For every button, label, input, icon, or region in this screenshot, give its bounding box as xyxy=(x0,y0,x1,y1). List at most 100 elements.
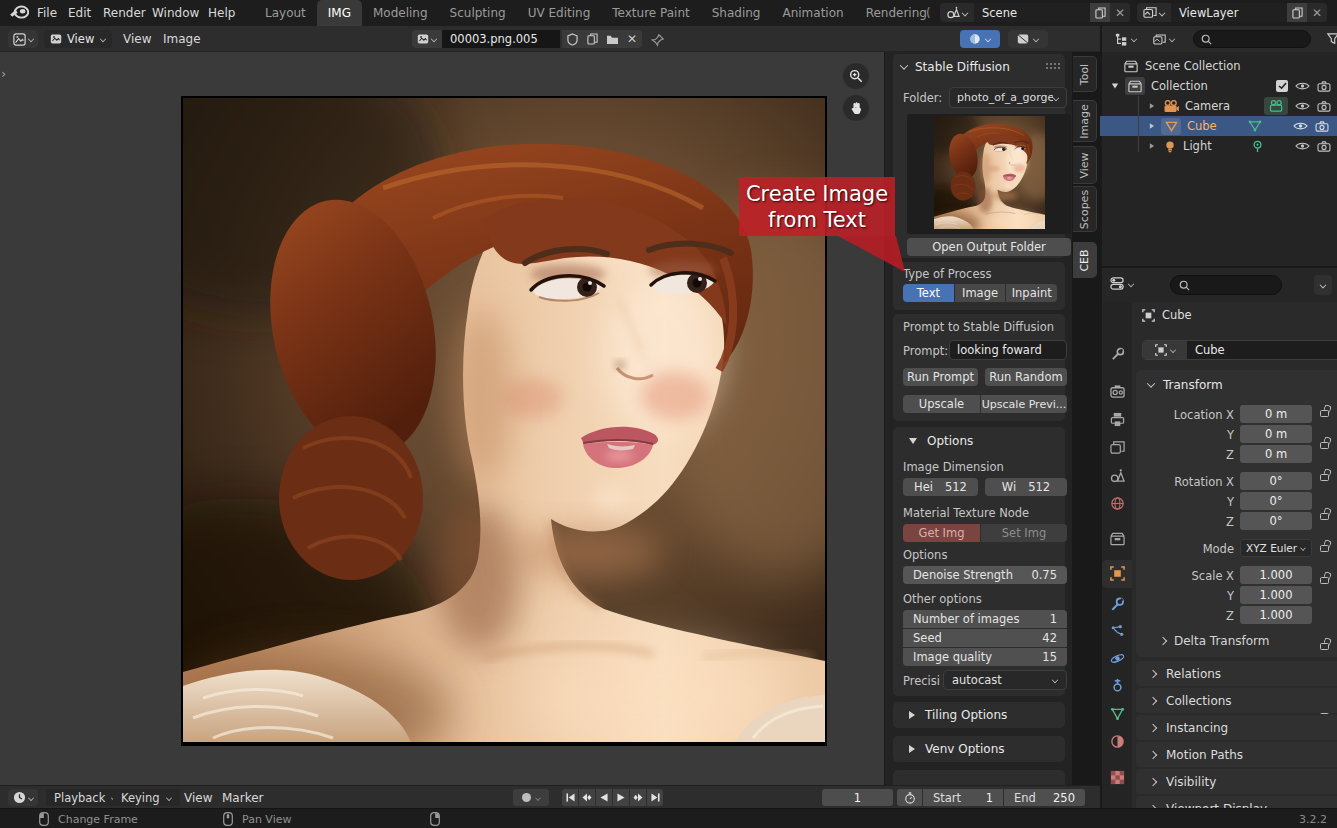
num-images-field[interactable]: Number of images1 xyxy=(903,610,1067,628)
image-canvas[interactable]: › xyxy=(0,52,884,785)
pin-icon[interactable] xyxy=(651,33,665,50)
location-z-field[interactable]: 0 m xyxy=(1240,445,1312,463)
camera-data-icon[interactable] xyxy=(1269,100,1284,112)
render-slot-button[interactable] xyxy=(1008,30,1048,48)
tab-object-icon[interactable] xyxy=(1110,566,1125,581)
blender-logo-icon[interactable] xyxy=(10,4,29,24)
outliner-display-mode-button[interactable] xyxy=(1148,30,1180,48)
prompt-field[interactable]: looking foward xyxy=(949,340,1067,360)
run-random-button[interactable]: Run Random xyxy=(985,368,1067,386)
eye-icon[interactable] xyxy=(1295,101,1310,111)
lock-icon[interactable] xyxy=(1320,643,1329,650)
use-preview-range-button[interactable] xyxy=(897,789,922,806)
run-prompt-button[interactable]: Run Prompt xyxy=(903,368,978,386)
open-image-button[interactable] xyxy=(602,34,622,45)
play-reverse-button[interactable] xyxy=(596,789,612,806)
sidebar-tab-tool[interactable]: Tool xyxy=(1073,56,1097,92)
open-output-folder-button[interactable]: Open Output Folder xyxy=(907,238,1071,256)
upscale-button[interactable]: Upscale xyxy=(903,395,980,413)
jump-to-start-button[interactable] xyxy=(562,789,578,806)
eye-icon[interactable] xyxy=(1295,141,1310,151)
panel-motion-paths[interactable]: Motion Paths xyxy=(1136,742,1337,767)
duplicate-image-button[interactable] xyxy=(582,33,602,45)
tab-output-icon[interactable] xyxy=(1110,412,1125,427)
properties-editor-type-button[interactable] xyxy=(1110,276,1134,291)
jump-to-end-button[interactable] xyxy=(647,789,663,806)
sidebar-tab-scopes[interactable]: Scopes xyxy=(1073,186,1097,232)
properties-options-button[interactable] xyxy=(1314,275,1332,295)
tab-render-icon[interactable] xyxy=(1110,384,1125,399)
expand-icon[interactable] xyxy=(1150,123,1154,129)
expand-icon[interactable] xyxy=(1150,103,1154,109)
panel-instancing[interactable]: Instancing xyxy=(1136,715,1337,740)
tab-constraints-icon[interactable] xyxy=(1110,678,1125,693)
menu-edit[interactable]: Edit xyxy=(68,6,91,20)
scene-copy-button[interactable] xyxy=(1090,3,1110,22)
tab-world-icon[interactable] xyxy=(1110,496,1125,511)
image-menu-view[interactable]: View xyxy=(123,32,151,46)
tab-viewlayer-icon[interactable] xyxy=(1110,440,1125,455)
outliner-row-cube[interactable]: Cube xyxy=(1100,116,1337,136)
transform-panel-header[interactable]: Transform xyxy=(1148,378,1223,392)
rotation-y-field[interactable]: 0° xyxy=(1240,492,1312,510)
lock-icon[interactable] xyxy=(1320,410,1329,417)
rotation-mode-dropdown[interactable]: XYZ Euler xyxy=(1240,539,1312,557)
preview-thumbnail[interactable] xyxy=(934,116,1045,229)
camera-toggle-icon[interactable] xyxy=(1317,101,1331,112)
checkbox-icon[interactable] xyxy=(1276,80,1288,92)
light-data-icon[interactable] xyxy=(1251,140,1264,153)
menu-file[interactable]: File xyxy=(37,6,57,20)
camera-toggle-icon[interactable] xyxy=(1317,81,1331,92)
location-y-field[interactable]: 0 m xyxy=(1240,425,1312,443)
image-menu-image[interactable]: Image xyxy=(163,32,201,46)
tab-tool-icon[interactable] xyxy=(1110,347,1125,362)
tab-material-icon[interactable] xyxy=(1110,734,1125,749)
venv-options-panel[interactable]: Venv Options xyxy=(893,736,1065,762)
sidebar-tab-view[interactable]: View xyxy=(1073,146,1097,184)
scene-selector[interactable]: Scene ✕ xyxy=(940,3,1130,22)
panel-collections[interactable]: Collections xyxy=(1136,688,1337,713)
workspace-tab-uvediting[interactable]: UV Editing xyxy=(517,0,602,26)
workspace-tab-layout[interactable]: Layout xyxy=(254,0,317,26)
eye-icon[interactable] xyxy=(1295,81,1310,91)
workspace-tab-sculpting[interactable]: Sculpting xyxy=(439,0,517,26)
type-inpaint-button[interactable]: Inpaint xyxy=(1006,284,1057,302)
timeline-view-menu[interactable]: View xyxy=(184,791,212,805)
eye-icon[interactable] xyxy=(1293,121,1308,131)
tab-data-icon[interactable] xyxy=(1110,707,1125,721)
scale-x-field[interactable]: 1.000 xyxy=(1240,566,1312,584)
outliner-row-collection[interactable]: Collection xyxy=(1102,76,1337,96)
sidebar-tab-image[interactable]: Image xyxy=(1073,100,1097,142)
panel-relations[interactable]: Relations xyxy=(1136,661,1337,686)
next-keyframe-button[interactable] xyxy=(630,789,646,806)
camera-toggle-icon[interactable] xyxy=(1315,121,1329,132)
type-text-button[interactable]: Text xyxy=(903,284,954,302)
scale-z-field[interactable]: 1.000 xyxy=(1240,606,1312,624)
panel-visibility[interactable]: Visibility xyxy=(1136,769,1337,794)
sidebar-tab-ceb[interactable]: CEB xyxy=(1073,242,1097,278)
outliner-filter-icon[interactable] xyxy=(1327,33,1337,48)
sd-panel-header[interactable]: Stable Diffusion xyxy=(901,60,1010,74)
rotation-x-field[interactable]: 0° xyxy=(1240,472,1312,490)
tab-physics-icon[interactable] xyxy=(1110,651,1125,666)
viewlayer-unlink-button[interactable]: ✕ xyxy=(1307,3,1327,22)
workspace-tab-animation[interactable]: Animation xyxy=(771,0,854,26)
menu-help[interactable]: Help xyxy=(208,6,235,20)
object-name-field[interactable]: Cube xyxy=(1142,340,1337,360)
timeline-editor-type-button[interactable] xyxy=(8,789,38,806)
prev-keyframe-button[interactable] xyxy=(579,789,595,806)
workspace-tab-modeling[interactable]: Modeling xyxy=(362,0,439,26)
camera-toggle-icon[interactable] xyxy=(1317,141,1331,152)
keying-menu[interactable]: Keying xyxy=(113,789,180,806)
outliner-row-scene-collection[interactable]: Scene Collection xyxy=(1102,56,1337,76)
viewlayer-selector[interactable]: ViewLayer ✕ xyxy=(1137,3,1327,22)
image-mode-dropdown[interactable]: View xyxy=(44,30,112,48)
workspace-tab-img[interactable]: IMG xyxy=(317,0,362,26)
start-frame-field[interactable]: Start1 xyxy=(923,789,1003,806)
height-field[interactable]: Hei512 xyxy=(903,478,978,496)
denoise-slider[interactable]: Denoise Strength0.75 xyxy=(903,566,1067,584)
tab-modifiers-icon[interactable] xyxy=(1110,597,1125,612)
timeline-marker-menu[interactable]: Marker xyxy=(222,791,263,805)
folder-dropdown[interactable]: photo_of_a_gorgeou... xyxy=(949,87,1067,108)
tab-particles-icon[interactable] xyxy=(1110,624,1125,639)
